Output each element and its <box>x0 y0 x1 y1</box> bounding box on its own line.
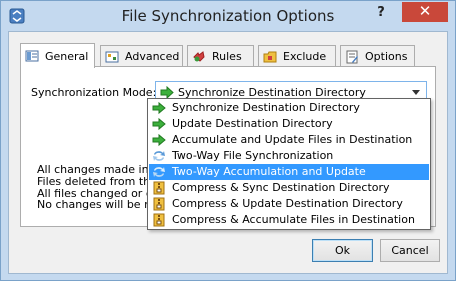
option-label: Compress & Update Destination Directory <box>172 197 403 210</box>
options-icon <box>346 50 358 63</box>
option-label: Synchronize Destination Directory <box>172 101 360 114</box>
tab-advanced-label: Advanced <box>125 50 180 63</box>
two-way-sync-icon <box>153 167 165 177</box>
dropdown-option[interactable]: Compress & Accumulate Files in Destinati… <box>149 212 429 228</box>
general-icon <box>25 50 39 62</box>
title-bar[interactable]: File Synchronization Options ? ✕ <box>1 1 455 31</box>
tab-options-label: Options <box>365 50 408 63</box>
description-line: Files deleted from the <box>37 174 157 188</box>
tab-exclude-label: Exclude <box>283 50 327 63</box>
dropdown-option[interactable]: Compress & Update Destination Directory <box>149 196 429 212</box>
sync-mode-label: Synchronization Mode: <box>31 86 157 99</box>
exclude-icon <box>263 51 277 62</box>
close-button[interactable]: ✕ <box>402 2 448 22</box>
tab-rules[interactable]: Rules <box>187 45 254 67</box>
option-label: Compress & Sync Destination Directory <box>172 181 390 194</box>
dropdown-option[interactable]: Two-Way File Synchronization <box>149 148 429 164</box>
dropdown-option-highlighted[interactable]: Two-Way Accumulation and Update <box>149 164 429 180</box>
dropdown-option[interactable]: Accumulate and Update Files in Destinati… <box>149 132 429 148</box>
ok-button[interactable]: Ok <box>312 239 373 262</box>
dialog-window: File Synchronization Options ? ✕ General… <box>0 0 456 281</box>
dropdown-option[interactable]: Update Destination Directory <box>149 116 429 132</box>
arrow-right-icon <box>152 117 166 131</box>
two-way-sync-icon <box>153 151 165 161</box>
description-line: No changes will be ma <box>37 198 162 212</box>
tab-rules-label: Rules <box>212 50 242 63</box>
rules-icon <box>193 50 205 62</box>
tab-exclude[interactable]: Exclude <box>258 45 336 67</box>
help-button[interactable]: ? <box>369 3 393 23</box>
arrow-right-icon <box>152 101 166 115</box>
option-label: Update Destination Directory <box>172 117 333 130</box>
archive-icon <box>153 181 165 195</box>
archive-icon <box>153 197 165 211</box>
option-label: Two-Way File Synchronization <box>172 149 334 162</box>
option-label: Two-Way Accumulation and Update <box>172 165 366 178</box>
tab-options[interactable]: Options <box>340 45 415 67</box>
tab-general-label: General <box>45 49 89 63</box>
tab-advanced[interactable]: Advanced <box>100 45 183 67</box>
dropdown-option[interactable]: Compress & Sync Destination Directory <box>149 180 429 196</box>
chevron-down-icon[interactable] <box>412 90 420 95</box>
arrow-right-icon <box>152 133 166 147</box>
option-label: Accumulate and Update Files in Destinati… <box>172 133 413 146</box>
mode-description: All changes made in t Files deleted from… <box>37 164 162 211</box>
sync-mode-dropdown: Synchronize Destination Directory Update… <box>147 98 431 230</box>
tab-general[interactable]: General <box>20 43 95 68</box>
advanced-icon <box>105 51 119 62</box>
dropdown-option[interactable]: Synchronize Destination Directory <box>149 100 429 116</box>
cancel-button[interactable]: Cancel <box>380 239 440 262</box>
option-label: Compress & Accumulate Files in Destinati… <box>172 213 415 226</box>
archive-icon <box>153 213 165 227</box>
